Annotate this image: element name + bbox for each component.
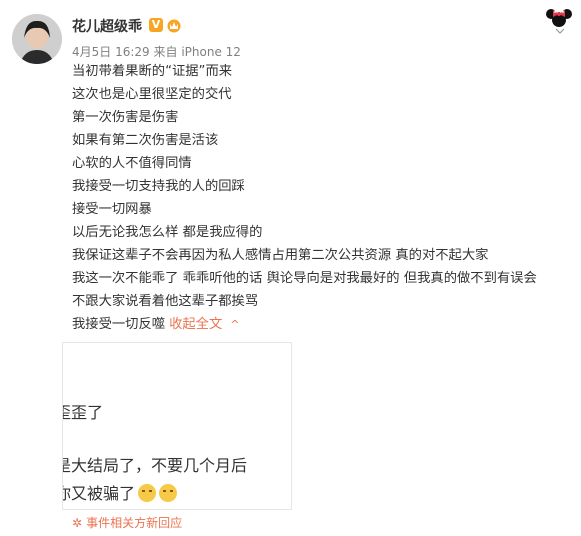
username[interactable]: 花儿超级乖 <box>72 16 142 36</box>
quote-line: 是大结局了，不要几个月后 <box>62 456 248 475</box>
post-line: 当初带着果断的“证据”而来 <box>72 64 233 79</box>
quote-line: 歪歪了 <box>63 403 104 422</box>
post-line: 以后无论我怎么样 都是我应得的 <box>72 225 263 240</box>
post-line: 如果有第二次伤害是活该 <box>72 133 219 148</box>
post-meta: 4月5日 16:29 来自 iPhone 12 <box>72 43 241 60</box>
post-line: 我这一次不能乖了 乖乖听他的话 舆论导向是对我最好的 但我真的做不到有误会 <box>72 271 537 286</box>
post-line: 我接受一切支持我的人的回踩 <box>72 179 245 194</box>
minnie-mouse-menu-icon[interactable] <box>545 8 573 28</box>
emoji-icon <box>138 484 157 502</box>
chevron-down-icon[interactable] <box>555 28 565 34</box>
post-line: 不跟大家说看着他这辈子都挨骂 <box>72 294 259 309</box>
verified-badge-icon: V <box>149 18 163 32</box>
post-time[interactable]: 16:29 <box>115 45 150 59</box>
emoji-icon <box>159 484 178 502</box>
quote-line-with-emoji: 你又被骗了 <box>62 479 178 509</box>
post-source: 来自 iPhone 12 <box>153 45 241 59</box>
quote-line: 你又被骗了 <box>62 484 136 503</box>
post-line: 我接受一切反噬 <box>72 317 166 332</box>
chevron-up-icon[interactable]: ^ <box>230 318 239 331</box>
crown-badge-icon <box>167 19 181 33</box>
event-update-label: 事件相关方新回应 <box>86 516 183 530</box>
post-line: 第一次伤害是伤害 <box>72 110 179 125</box>
post-line: 我保证这辈子不会再因为私人感情占用第二次公共资源 真的对不起大家 <box>72 248 489 263</box>
post-date[interactable]: 4月5日 <box>72 45 111 59</box>
avatar[interactable] <box>12 14 62 64</box>
event-update-link[interactable]: ✲ 事件相关方新回应 <box>72 514 182 531</box>
collapse-full-text-link[interactable]: 收起全文 <box>169 317 222 332</box>
spark-icon: ✲ <box>72 516 83 530</box>
post-line: 心软的人不值得同情 <box>72 156 192 171</box>
post-last-line: 我接受一切反噬 收起全文 ^ <box>72 313 572 336</box>
post-line: 这次也是心里很坚定的交代 <box>72 87 232 102</box>
post-line: 接受一切网暴 <box>72 202 152 217</box>
post-content: 当初带着果断的“证据”而来 这次也是心里很坚定的交代 第一次伤害是伤害 如果有第… <box>72 60 572 336</box>
quoted-image-card[interactable]: 歪歪了 4 是大结局了，不要几个月后 你又被骗了 <box>62 342 292 510</box>
